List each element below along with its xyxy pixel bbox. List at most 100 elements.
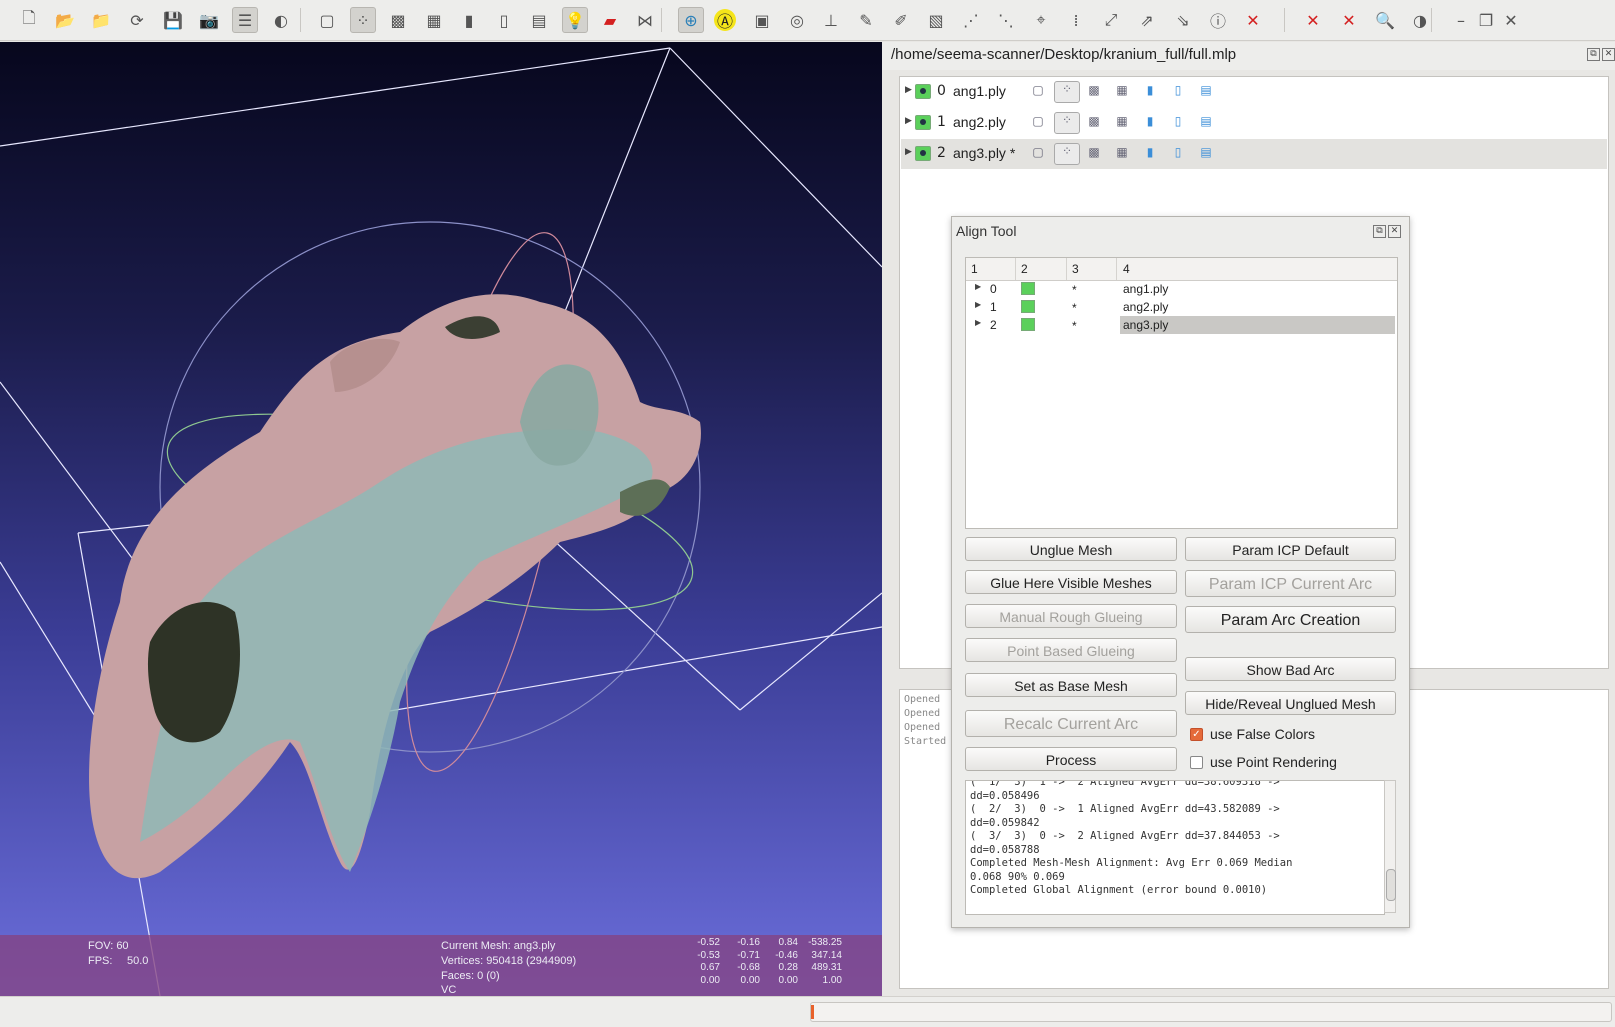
align-tree-row[interactable]: ▶ 0 * ang1.ply	[966, 280, 1397, 298]
column-header-1[interactable]: 1	[971, 262, 978, 276]
points-icon[interactable]: ⁘	[350, 7, 376, 33]
param-icp-current-arc-button[interactable]: Param ICP Current Arc	[1185, 570, 1396, 597]
edit-face-icon[interactable]: ⋱	[993, 7, 1019, 33]
3d-viewport[interactable]: FOV: 60 FPS: 50.0 Current Mesh: ang3.ply…	[0, 42, 882, 996]
points-icon[interactable]: ⁘	[1054, 81, 1080, 103]
open-project-icon[interactable]: 📂	[52, 7, 78, 33]
visibility-eye-icon[interactable]	[1021, 282, 1035, 295]
false-colors-checkbox[interactable]: ✓	[1190, 728, 1203, 741]
window-restore-icon[interactable]: ❐	[1473, 7, 1499, 33]
fancy-light-icon[interactable]: ▰	[597, 7, 623, 33]
point-rendering-checkbox[interactable]	[1190, 756, 1203, 769]
expand-arrow-icon[interactable]: ▶	[975, 300, 981, 309]
layer-row[interactable]: ▶ 2 ang3.ply * ▢ ⁘ ▩ ▦ ▮ ▯ ▤	[901, 139, 1607, 169]
dock-close-icon[interactable]: ✕	[1602, 48, 1615, 61]
delete-icon[interactable]: ✕	[1240, 7, 1266, 33]
annotation-icon[interactable]: Ⓐ	[714, 9, 736, 31]
param-arc-creation-button[interactable]: Param Arc Creation	[1185, 606, 1396, 633]
visibility-eye-icon[interactable]	[1021, 300, 1035, 313]
process-button[interactable]: Process	[965, 747, 1177, 771]
point-based-glueing-button[interactable]: Point Based Glueing	[965, 638, 1177, 662]
axes-icon[interactable]: ⊥	[818, 7, 844, 33]
wireframe-icon[interactable]: ▩	[1087, 145, 1101, 161]
bbox-icon[interactable]: ▢	[1031, 114, 1045, 130]
window-close-icon[interactable]: ✕	[1498, 7, 1524, 33]
align-close-icon[interactable]: ✕	[1388, 225, 1401, 238]
window-min-icon[interactable]: –	[1448, 7, 1474, 33]
wireframe-icon[interactable]: ▩	[385, 7, 411, 33]
sphere-icon[interactable]: ◐	[268, 7, 294, 33]
hidden-lines-icon[interactable]: ▦	[421, 7, 447, 33]
smooth-icon[interactable]: ▯	[491, 7, 517, 33]
smooth-icon[interactable]: ▯	[1171, 145, 1185, 161]
expand-arrow-icon[interactable]: ▶	[905, 85, 912, 95]
pickpoints-icon[interactable]: ⌖	[1028, 7, 1054, 33]
paint-icon[interactable]: ✐	[888, 7, 914, 33]
align-log-scrollbar[interactable]	[1384, 780, 1396, 913]
layers-icon[interactable]: ☰	[232, 7, 258, 33]
hidden-lines-icon[interactable]: ▦	[1115, 83, 1129, 99]
wireframe-icon[interactable]: ▩	[1087, 83, 1101, 99]
smooth-icon[interactable]: ▯	[1171, 83, 1185, 99]
new-file-icon[interactable]: 🗋	[16, 7, 42, 33]
texture-icon[interactable]: ▤	[1199, 114, 1213, 130]
hide-reveal-unglued-button[interactable]: Hide/Reveal Unglued Mesh	[1185, 691, 1396, 715]
visibility-eye-icon[interactable]	[1021, 318, 1035, 331]
normals-icon[interactable]: ⋈	[632, 7, 658, 33]
snapshot-icon[interactable]: 📷	[196, 7, 222, 33]
hidden-lines-icon[interactable]: ▦	[1115, 114, 1129, 130]
save-mesh-icon[interactable]: 💾	[160, 7, 186, 33]
rotate-icon[interactable]: ◑	[1407, 7, 1433, 33]
reference-icon[interactable]: ⁞	[1063, 7, 1089, 33]
open-folder-icon[interactable]: 📁	[88, 7, 114, 33]
flat-icon[interactable]: ▮	[456, 7, 482, 33]
points-icon[interactable]: ⁘	[1054, 143, 1080, 165]
trackball-icon[interactable]: ⊕	[678, 7, 704, 33]
wireframe-icon[interactable]: ▩	[1087, 114, 1101, 130]
visibility-eye-icon[interactable]	[915, 115, 931, 130]
edit-vert-icon[interactable]: ⋰	[958, 7, 984, 33]
column-header-3[interactable]: 3	[1072, 262, 1079, 276]
recalc-current-arc-button[interactable]: Recalc Current Arc	[965, 710, 1177, 737]
flat-icon[interactable]: ▮	[1143, 114, 1157, 130]
points-icon[interactable]: ⁘	[1054, 112, 1080, 134]
scrollbar-thumb[interactable]	[1386, 869, 1396, 901]
expand-arrow-icon[interactable]: ▶	[975, 282, 981, 291]
show-bad-arc-button[interactable]: Show Bad Arc	[1185, 657, 1396, 681]
set-as-base-mesh-button[interactable]: Set as Base Mesh	[965, 673, 1177, 697]
delete-faces-icon[interactable]: ✕	[1300, 7, 1326, 33]
bbox-icon[interactable]: ▢	[314, 7, 340, 33]
noise-icon[interactable]: ◎	[784, 7, 810, 33]
layer-row[interactable]: ▶ 0 ang1.ply ▢ ⁘ ▩ ▦ ▮ ▯ ▤	[901, 77, 1607, 107]
param-icp-default-button[interactable]: Param ICP Default	[1185, 537, 1396, 561]
hidden-lines-icon[interactable]: ▦	[1115, 145, 1129, 161]
zoom-icon[interactable]: 🔍	[1372, 7, 1398, 33]
bbox-icon[interactable]: ▢	[1031, 83, 1045, 99]
expand-arrow-icon[interactable]: ▶	[975, 318, 981, 327]
expand-arrow-icon[interactable]: ▶	[905, 116, 912, 126]
layer-row[interactable]: ▶ 1 ang2.ply ▢ ⁘ ▩ ▦ ▮ ▯ ▤	[901, 108, 1607, 138]
column-header-2[interactable]: 2	[1021, 262, 1028, 276]
column-header-4[interactable]: 4	[1123, 262, 1130, 276]
smooth-icon[interactable]: ▯	[1171, 114, 1185, 130]
texture-icon[interactable]: ▤	[1199, 83, 1213, 99]
unglue-mesh-button[interactable]: Unglue Mesh	[965, 537, 1177, 561]
select-tool-icon[interactable]: ✎	[853, 7, 879, 33]
measure-icon[interactable]: ⇗	[1134, 7, 1160, 33]
bbox-icon[interactable]: ▢	[1031, 145, 1045, 161]
delete-verts-icon[interactable]: ✕	[1336, 7, 1362, 33]
info-icon[interactable]: ⓘ	[1205, 7, 1231, 33]
expand-arrow-icon[interactable]: ▶	[905, 147, 912, 157]
manual-rough-glueing-button[interactable]: Manual Rough Glueing	[965, 604, 1177, 628]
reload-icon[interactable]: ⟳	[124, 7, 150, 33]
dock-float-icon[interactable]: ⧉	[1587, 48, 1600, 61]
quality-icon[interactable]: ⇘	[1170, 7, 1196, 33]
align-icon[interactable]: ⤢	[1098, 7, 1124, 33]
grey-icon[interactable]: ▣	[749, 7, 775, 33]
align-tree-row[interactable]: ▶ 1 * ang2.ply	[966, 298, 1397, 316]
flat-icon[interactable]: ▮	[1143, 83, 1157, 99]
light-icon[interactable]: 💡	[562, 7, 588, 33]
flat-icon[interactable]: ▮	[1143, 145, 1157, 161]
glue-here-visible-button[interactable]: Glue Here Visible Meshes	[965, 570, 1177, 594]
align-float-icon[interactable]: ⧉	[1373, 225, 1386, 238]
